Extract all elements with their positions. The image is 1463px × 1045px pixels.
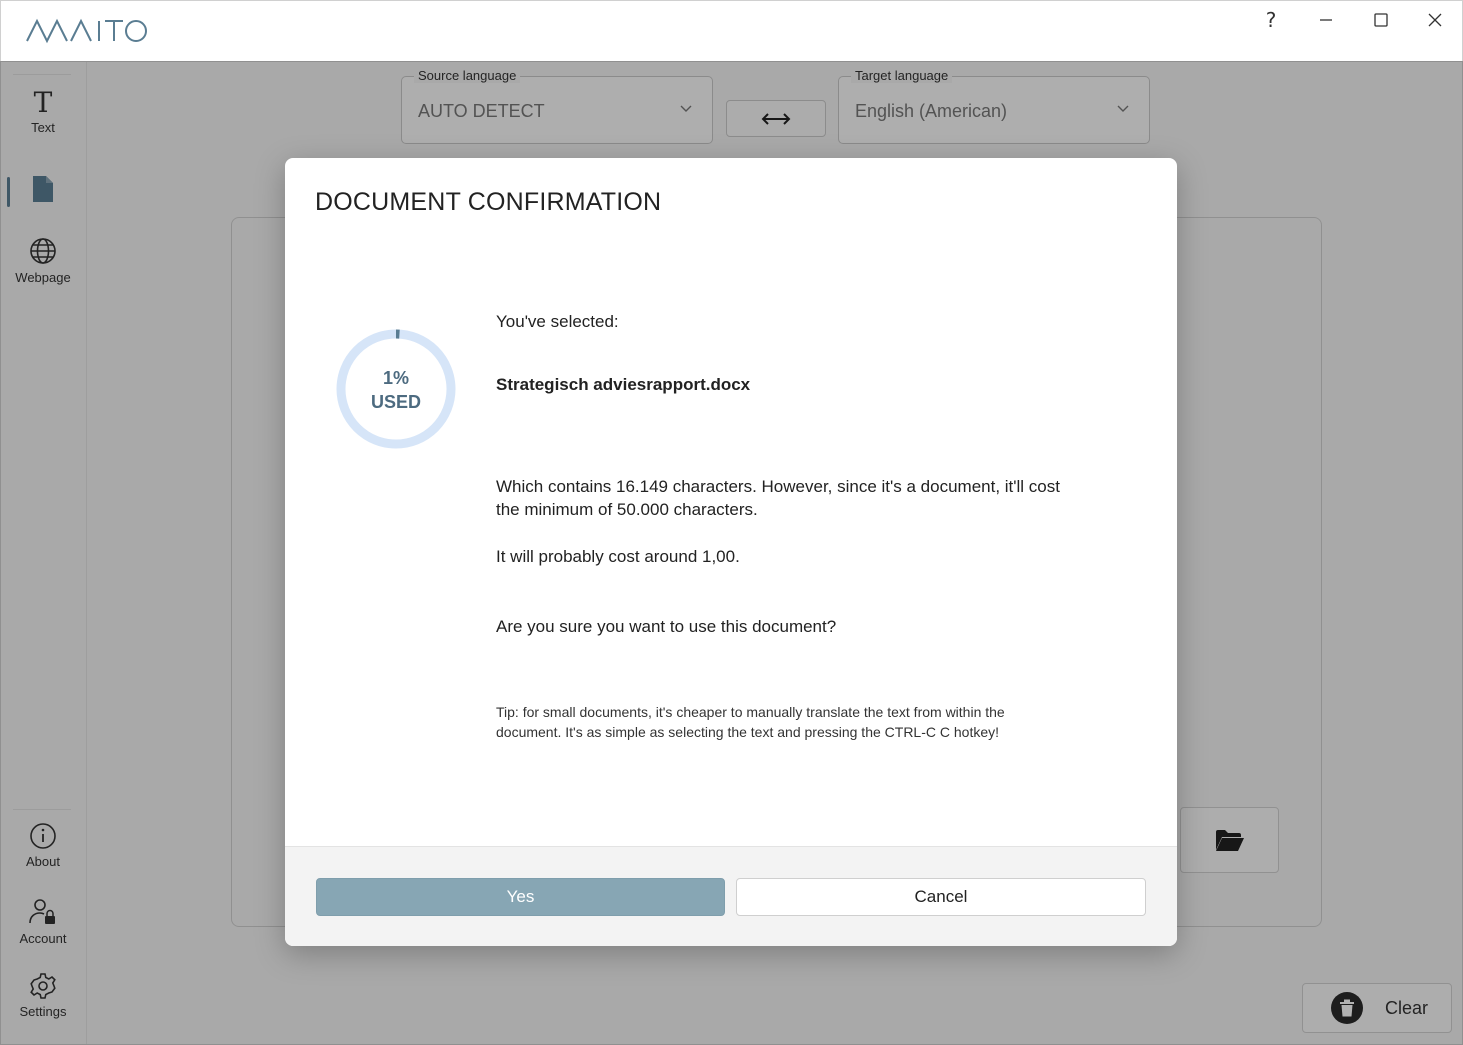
- usage-percent: 1%: [382, 368, 409, 388]
- character-count-text: Which contains 16.149 characters. Howeve…: [496, 477, 1060, 519]
- maximize-icon: [1374, 13, 1388, 27]
- maximize-button[interactable]: [1355, 5, 1407, 35]
- tip-text: Tip: for small documents, it's cheaper t…: [496, 704, 1005, 740]
- document-confirmation-dialog: DOCUMENT CONFIRMATION 1% USED You've sel…: [285, 158, 1177, 946]
- confirmation-question: Are you sure you want to use this docume…: [496, 617, 837, 636]
- file-name: Strategisch adviesrapport.docx: [496, 375, 751, 394]
- cost-estimate-text: It will probably cost around 1,00.: [496, 547, 740, 566]
- close-icon: [1428, 13, 1442, 27]
- yes-button[interactable]: Yes: [316, 878, 725, 916]
- cancel-button[interactable]: Cancel: [736, 878, 1146, 916]
- dialog-footer: Yes Cancel: [285, 846, 1177, 946]
- usage-gauge-text: 1% USED: [335, 366, 457, 414]
- dialog-title: DOCUMENT CONFIRMATION: [315, 188, 662, 216]
- minimize-icon: [1320, 19, 1332, 21]
- selected-label: You've selected:: [496, 312, 619, 331]
- close-button[interactable]: [1409, 5, 1461, 35]
- maito-logo: [26, 18, 147, 44]
- title-bar: ?: [0, 0, 1463, 61]
- usage-label: USED: [370, 392, 421, 412]
- minimize-button[interactable]: [1300, 5, 1352, 35]
- help-button[interactable]: ?: [1245, 5, 1297, 35]
